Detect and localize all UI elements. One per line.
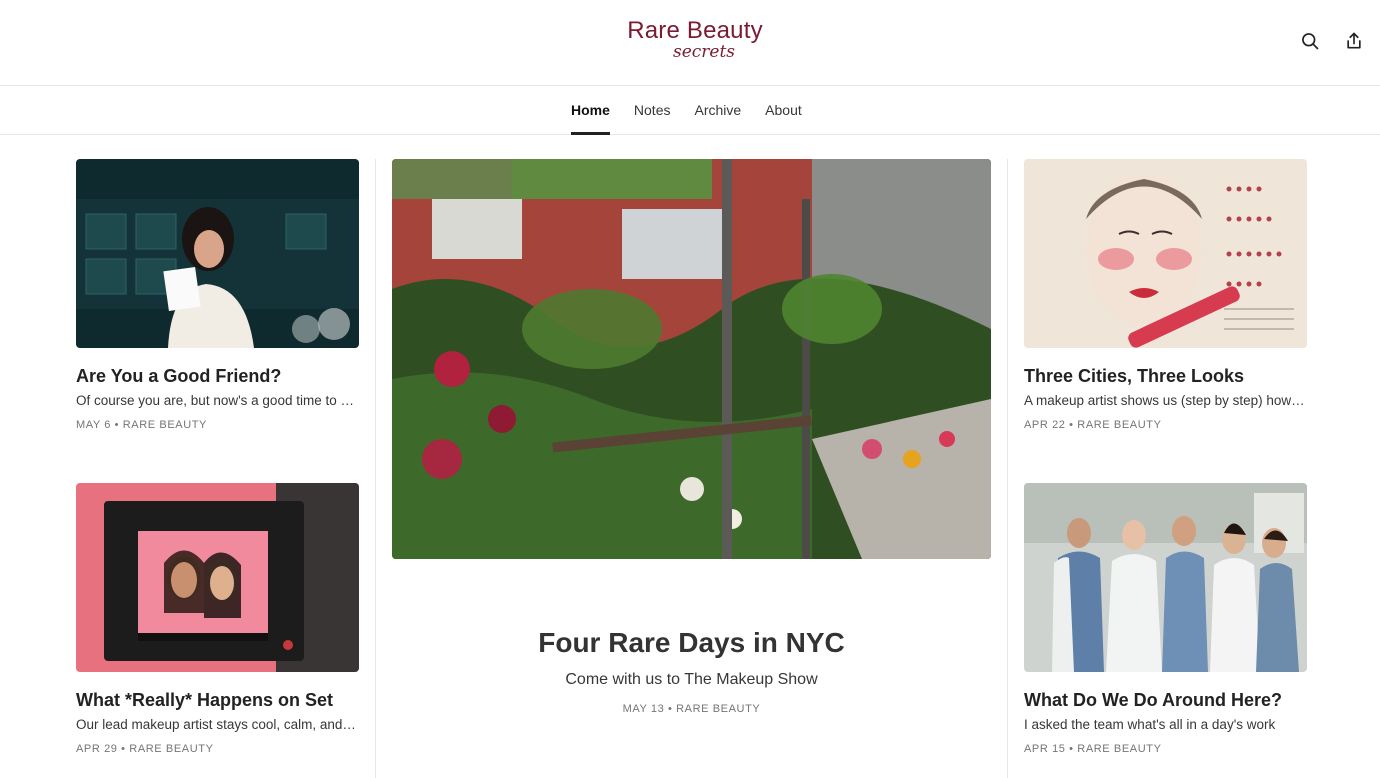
post-card[interactable]: What *Really* Happens on Set Our lead ma… <box>76 483 359 756</box>
post-title[interactable]: Three Cities, Three Looks <box>1024 364 1307 388</box>
meta-separator: • <box>668 703 673 715</box>
post-thumbnail[interactable] <box>1024 483 1307 672</box>
nav-tabs: Home Notes Archive About <box>566 86 821 135</box>
post-date: APR 22 <box>1024 419 1066 431</box>
post-author[interactable]: RARE BEAUTY <box>676 703 760 715</box>
post-author[interactable]: RARE BEAUTY <box>1077 419 1161 431</box>
post-card[interactable]: Are You a Good Friend? Of course you are… <box>76 159 359 432</box>
post-author[interactable]: RARE BEAUTY <box>129 743 213 755</box>
post-date: MAY 6 <box>76 419 111 431</box>
post-meta: APR 15 • RARE BEAUTY <box>1024 742 1307 756</box>
tab-about[interactable]: About <box>760 86 807 134</box>
tab-archive[interactable]: Archive <box>689 86 746 134</box>
site-logo[interactable]: Rare Beauty secrets <box>622 18 768 64</box>
featured-meta: MAY 13 • RARE BEAUTY <box>392 703 991 715</box>
meta-separator: • <box>121 743 126 755</box>
post-date: APR 15 <box>1024 743 1066 755</box>
tab-home[interactable]: Home <box>566 86 615 135</box>
site-header: Rare Beauty secrets <box>0 0 1380 86</box>
post-meta: APR 29 • RARE BEAUTY <box>76 742 359 756</box>
tab-notes[interactable]: Notes <box>629 86 676 134</box>
search-icon[interactable] <box>1298 29 1322 53</box>
post-card[interactable]: What Do We Do Around Here? I asked the t… <box>1024 483 1307 756</box>
post-title[interactable]: What *Really* Happens on Set <box>76 688 359 712</box>
logo-line1: Rare Beauty <box>627 17 763 44</box>
post-subtitle: Our lead makeup artist stays cool, calm,… <box>76 717 359 732</box>
main-nav: Home Notes Archive About <box>0 86 1380 135</box>
featured-thumbnail[interactable] <box>392 159 991 559</box>
meta-separator: • <box>1069 419 1074 431</box>
column-divider-right <box>1007 159 1008 778</box>
featured-post[interactable]: Four Rare Days in NYC Come with us to Th… <box>392 159 991 715</box>
featured-title[interactable]: Four Rare Days in NYC <box>392 625 991 661</box>
post-subtitle: I asked the team what's all in a day's w… <box>1024 717 1276 732</box>
logo-line2: secrets <box>672 42 736 62</box>
column-divider-left <box>375 159 376 778</box>
post-thumbnail[interactable] <box>76 159 359 348</box>
meta-separator: • <box>114 419 120 431</box>
featured-subtitle: Come with us to The Makeup Show <box>565 671 818 688</box>
meta-separator: • <box>1069 743 1074 755</box>
post-date: MAY 13 <box>622 703 665 715</box>
post-meta: APR 22 • RARE BEAUTY <box>1024 418 1307 432</box>
post-card[interactable]: Three Cities, Three Looks A makeup artis… <box>1024 159 1307 432</box>
post-thumbnail[interactable] <box>76 483 359 672</box>
share-icon[interactable] <box>1342 29 1366 53</box>
post-meta: MAY 6 • RARE BEAUTY <box>76 418 359 432</box>
post-title[interactable]: Are You a Good Friend? <box>76 364 359 388</box>
post-title[interactable]: What Do We Do Around Here? <box>1024 688 1307 712</box>
post-author[interactable]: RARE BEAUTY <box>1077 743 1161 755</box>
post-thumbnail[interactable] <box>1024 159 1307 348</box>
post-author[interactable]: RARE BEAUTY <box>123 419 207 431</box>
post-subtitle: A makeup artist shows us (step by step) … <box>1024 393 1307 408</box>
post-date: APR 29 <box>76 743 118 755</box>
post-subtitle: Of course you are, but now's a good time… <box>76 393 359 408</box>
